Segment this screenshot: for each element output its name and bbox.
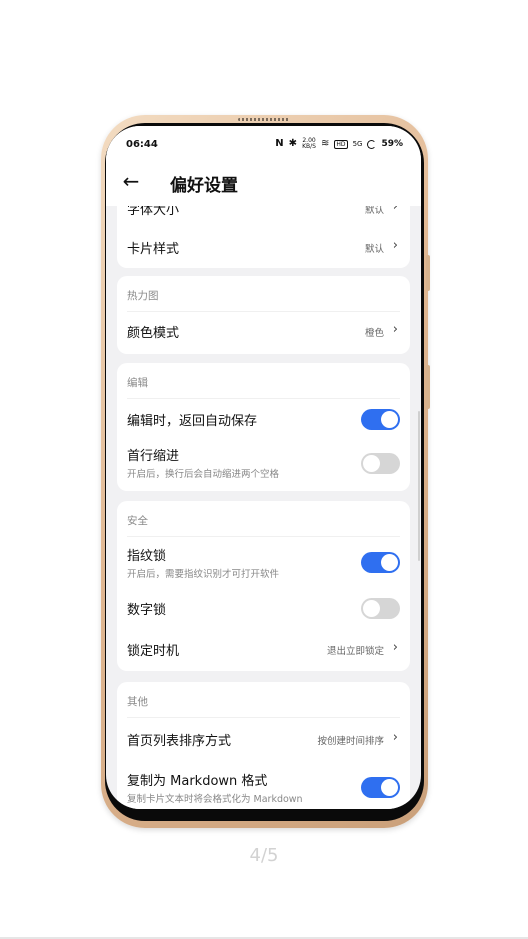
font-size-value: 默认: [364, 206, 384, 216]
row-autosave: 编辑时，返回自动保存: [117, 399, 410, 439]
page-indicator: 4/5: [249, 845, 279, 866]
card-edit: 编辑 编辑时，返回自动保存 首行缩进 开启后，换行后会自动缩进两个空格: [117, 363, 410, 491]
card-style-value: 默认: [364, 244, 384, 255]
volume-button: [426, 255, 430, 291]
divider: [127, 536, 400, 537]
page-title: 偏好设置: [170, 176, 238, 196]
wifi-icon: ≋: [321, 138, 330, 149]
row-fingerprint: 指纹锁 开启后，需要指纹识别才可打开软件: [117, 541, 410, 585]
status-icons: N ✱ 2.00 KB/S ≋ HD 5G 59%: [275, 138, 403, 150]
row-font-size[interactable]: 字体大小 默认 ›: [117, 206, 410, 226]
battery-percent: 59%: [381, 139, 403, 149]
hd-icon: HD: [334, 139, 348, 149]
toggle-knob: [363, 600, 380, 617]
bluetooth-icon: ✱: [288, 138, 298, 149]
indent-toggle[interactable]: [361, 453, 400, 474]
scrollbar[interactable]: [418, 411, 420, 561]
fingerprint-description: 开启后，需要指纹识别才可打开软件: [127, 569, 280, 580]
indent-label: 首行缩进: [127, 449, 180, 464]
network-speed: 2.00 KB/S: [302, 137, 316, 150]
power-button: [426, 365, 430, 409]
signal-icon: 5G: [352, 140, 363, 148]
nfc-icon: N: [275, 138, 284, 149]
card-heatmap: 热力图 颜色模式 橙色 ›: [117, 276, 410, 354]
status-time: 06:44: [126, 139, 158, 150]
pin-lock-label: 数字锁: [127, 603, 167, 618]
section-header-other: 其他: [127, 696, 148, 708]
settings-list[interactable]: 字体大小 默认 › 卡片样式 默认 › 热力图 颜色模式 橙色 › 编辑 编辑时…: [106, 206, 421, 809]
copy-markdown-label: 复制为 Markdown 格式: [127, 774, 268, 789]
sort-order-label: 首页列表排序方式: [127, 734, 232, 749]
back-arrow-icon[interactable]: ←: [120, 170, 142, 192]
chevron-right-icon: ›: [392, 238, 398, 253]
speaker-grille: [238, 118, 290, 121]
lock-timing-value: 退出立即锁定: [326, 646, 384, 657]
lock-timing-label: 锁定时机: [127, 644, 180, 659]
copy-markdown-toggle[interactable]: [361, 777, 400, 798]
section-header-edit: 编辑: [127, 377, 148, 389]
phone-screen: 06:44 N ✱ 2.00 KB/S ≋ HD 5G 59% ← 偏好设置 字…: [106, 126, 421, 809]
card-other: 其他 首页列表排序方式 按创建时间排序 › 复制为 Markdown 格式 复制…: [117, 682, 410, 809]
section-header-security: 安全: [127, 515, 148, 527]
color-mode-label: 颜色模式: [127, 326, 180, 341]
indent-description: 开启后，换行后会自动缩进两个空格: [127, 469, 280, 480]
chevron-right-icon: ›: [392, 730, 398, 745]
toggle-knob: [381, 554, 398, 571]
autosave-toggle[interactable]: [361, 409, 400, 430]
battery-icon: [367, 139, 377, 149]
row-lock-timing[interactable]: 锁定时机 退出立即锁定 ›: [117, 629, 410, 669]
chevron-right-icon: ›: [392, 322, 398, 337]
app-bar: ← 偏好设置: [106, 162, 421, 206]
row-pin-lock: 数字锁: [117, 589, 410, 629]
row-sort-order[interactable]: 首页列表排序方式 按创建时间排序 ›: [117, 720, 410, 760]
sort-order-value: 按创建时间排序: [317, 736, 384, 747]
row-color-mode[interactable]: 颜色模式 橙色 ›: [117, 312, 410, 352]
row-copy-markdown: 复制为 Markdown 格式 复制卡片文本时将会格式化为 Markdown: [117, 766, 410, 809]
row-card-style[interactable]: 卡片样式 默认 ›: [117, 226, 410, 266]
chevron-right-icon: ›: [392, 206, 398, 214]
autosave-label: 编辑时，返回自动保存: [127, 414, 258, 429]
font-size-label: 字体大小: [127, 206, 180, 218]
row-indent: 首行缩进 开启后，换行后会自动缩进两个空格: [117, 441, 410, 487]
section-header-heatmap: 热力图: [127, 290, 159, 302]
copy-markdown-description: 复制卡片文本时将会格式化为 Markdown: [127, 794, 303, 805]
fingerprint-label: 指纹锁: [127, 549, 167, 564]
toggle-knob: [381, 411, 398, 428]
toggle-knob: [363, 455, 380, 472]
card-security: 安全 指纹锁 开启后，需要指纹识别才可打开软件 数字锁 锁定时机 退出立即锁定 …: [117, 501, 410, 671]
pin-lock-toggle[interactable]: [361, 598, 400, 619]
card-display: 字体大小 默认 › 卡片样式 默认 ›: [117, 206, 410, 268]
status-bar: 06:44 N ✱ 2.00 KB/S ≋ HD 5G 59%: [106, 126, 421, 162]
toggle-knob: [381, 779, 398, 796]
fingerprint-toggle[interactable]: [361, 552, 400, 573]
divider: [127, 717, 400, 718]
color-mode-value: 橙色: [364, 328, 384, 339]
chevron-right-icon: ›: [392, 640, 398, 655]
card-style-label: 卡片样式: [127, 242, 180, 257]
